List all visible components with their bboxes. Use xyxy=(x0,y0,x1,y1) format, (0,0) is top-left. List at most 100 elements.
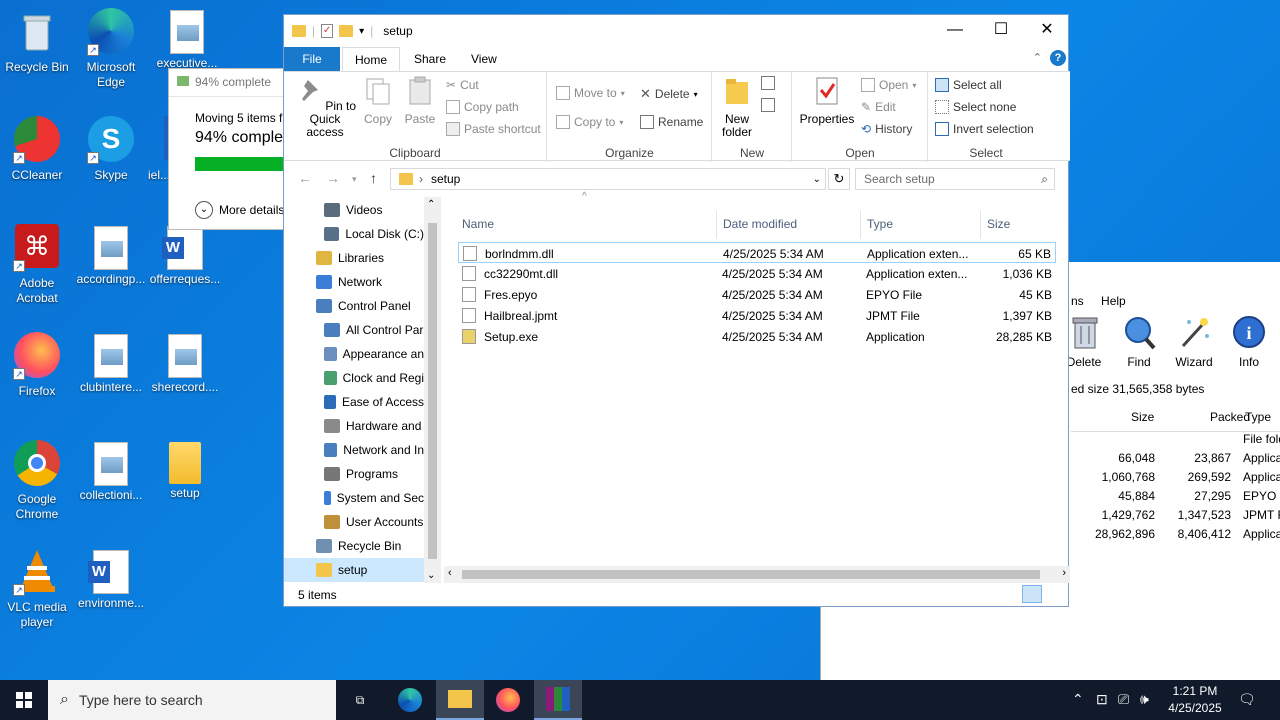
file-row[interactable]: borlndmm.dll 4/25/2025 5:34 AM Application… xyxy=(458,242,1056,263)
scroll-right-icon[interactable]: › xyxy=(1062,567,1066,579)
nav-item[interactable]: Programs xyxy=(284,462,424,486)
properties-button[interactable]: Properties xyxy=(797,76,857,126)
pin-quick-access-button[interactable]: Pin to Quick access xyxy=(290,76,360,139)
winrar-row[interactable]: 28,962,896 8,406,412 Applica xyxy=(1071,525,1280,544)
winrar-row[interactable]: 1,060,768 269,592 Applica xyxy=(1071,468,1280,487)
properties-check-icon[interactable]: ✓ xyxy=(321,24,334,38)
desktop-icon-file-2[interactable]: iel... xyxy=(148,116,170,183)
desktop-icon-ccleaner[interactable]: ↗ CCleaner xyxy=(0,116,74,183)
winrar-col-size[interactable]: Size xyxy=(1131,410,1154,424)
file-explorer-window[interactable]: | ✓ ▾ | setup — ☐ ✕ File Home Share View… xyxy=(283,14,1070,607)
file-row[interactable]: Fres.epyo 4/25/2025 5:34 AM EPYO File 45 KB xyxy=(458,284,1056,305)
tab-file[interactable]: File xyxy=(284,47,340,71)
desktop-icon-setup-folder[interactable]: setup xyxy=(148,440,222,501)
new-folder-button[interactable]: New folder xyxy=(717,76,757,139)
more-details-button[interactable]: ⌄ More details xyxy=(195,201,284,219)
winrar-menu-help[interactable]: Help xyxy=(1101,294,1126,308)
winrar-menu-commands[interactable]: ns xyxy=(1071,294,1084,308)
column-divider[interactable] xyxy=(860,211,861,239)
desktop-icon-vlc[interactable]: ↗ VLC media player xyxy=(0,548,74,630)
nav-item[interactable]: Hardware and xyxy=(284,414,424,438)
column-header-type[interactable]: Type xyxy=(867,217,893,231)
rename-button[interactable]: Rename xyxy=(640,115,703,129)
file-row[interactable]: Setup.exe 4/25/2025 5:34 AM Application 28,… xyxy=(458,326,1056,347)
start-button[interactable] xyxy=(0,680,48,720)
cut-button[interactable]: ✂ Cut xyxy=(446,78,479,92)
nav-item[interactable]: Ease of Access xyxy=(284,390,424,414)
edit-button[interactable]: ✎ Edit xyxy=(861,100,896,114)
desktop-icon-chrome[interactable]: Google Chrome xyxy=(0,440,74,522)
easy-access-icon[interactable] xyxy=(761,98,775,112)
qat-dropdown-icon[interactable]: ▾ xyxy=(359,26,364,37)
desktop-icon-acrobat[interactable]: ⌘ ↗ Adobe Acrobat xyxy=(0,224,74,306)
nav-item[interactable]: Network and In xyxy=(284,438,424,462)
taskbar-edge[interactable] xyxy=(386,680,434,720)
paste-shortcut-button[interactable]: Paste shortcut xyxy=(446,122,541,136)
tab-home[interactable]: Home xyxy=(342,47,401,71)
task-view-button[interactable]: ⧉ xyxy=(336,680,384,720)
new-item-icon[interactable] xyxy=(761,76,775,90)
nav-item[interactable]: Clock and Regi xyxy=(284,366,424,390)
collapse-ribbon-icon[interactable]: ⌃ xyxy=(1033,51,1042,64)
desktop-icon-recycle-bin[interactable]: Recycle Bin xyxy=(0,8,74,75)
maximize-button[interactable]: ☐ xyxy=(978,15,1024,45)
nav-item[interactable]: Local Disk (C:) xyxy=(284,222,424,246)
history-button[interactable]: ⟲ History xyxy=(861,122,912,136)
network-icon[interactable]: ⎚ xyxy=(1118,691,1129,708)
nav-pane-scrollbar[interactable]: ⌃ ⌄ xyxy=(424,197,441,583)
file-row[interactable]: Hailbreal.jpmt 4/25/2025 5:34 AM JPMT File… xyxy=(458,305,1056,326)
notifications-icon[interactable]: 🗨 xyxy=(1238,691,1256,708)
scrollbar-thumb[interactable] xyxy=(462,570,1040,579)
column-header-size[interactable]: Size xyxy=(987,217,1010,231)
file-row[interactable]: cc32290mt.dll 4/25/2025 5:34 AM Applicatio… xyxy=(458,263,1056,284)
delete-button[interactable]: ✕ Delete ▾ xyxy=(640,86,698,102)
nav-item[interactable]: setup xyxy=(284,558,424,582)
winrar-row[interactable]: 66,048 23,867 Applica xyxy=(1071,449,1280,468)
desktop-icon-file-6[interactable]: collectioni... xyxy=(74,440,148,503)
taskbar-search-box[interactable]: ⌕ Type here to search xyxy=(48,680,336,720)
taskbar-firefox[interactable] xyxy=(484,680,532,720)
taskbar-clock[interactable]: 1:21 PM 4/25/2025 xyxy=(1156,683,1234,717)
back-arrow-icon[interactable]: ← xyxy=(298,170,312,186)
recent-locations-icon[interactable]: ▾ xyxy=(352,174,357,185)
taskbar-winrar[interactable] xyxy=(534,680,582,720)
desktop-icon-file-5[interactable]: sherecord.... xyxy=(148,332,222,395)
help-icon[interactable]: ? xyxy=(1050,50,1066,66)
nav-item[interactable]: Network xyxy=(284,270,424,294)
winrar-find-button[interactable]: Find xyxy=(1114,314,1164,369)
scroll-left-icon[interactable]: ‹ xyxy=(448,567,452,579)
desktop-icon-edge[interactable]: ↗ Microsoft Edge xyxy=(74,8,148,90)
select-all-button[interactable]: Select all xyxy=(935,78,1002,92)
invert-selection-button[interactable]: Invert selection xyxy=(935,122,1034,136)
nav-item[interactable]: Appearance an xyxy=(284,342,424,366)
column-divider[interactable] xyxy=(980,211,981,239)
copy-to-button[interactable]: Copy to ▾ xyxy=(556,115,623,129)
forward-arrow-icon[interactable]: → xyxy=(326,170,340,186)
copy-path-button[interactable]: Copy path xyxy=(446,100,519,114)
column-divider[interactable] xyxy=(716,211,717,239)
scroll-up-icon[interactable]: ⌃ xyxy=(427,199,435,210)
copy-button[interactable]: Copy xyxy=(360,76,396,126)
desktop-icon-skype[interactable]: S ↗ Skype xyxy=(74,116,148,183)
close-button[interactable]: ✕ xyxy=(1024,15,1070,45)
address-bar[interactable]: › setup ⌄ xyxy=(390,168,826,190)
winrar-row[interactable]: 1,429,762 1,347,523 JPMT F xyxy=(1071,506,1280,525)
desktop-icon-file-4[interactable]: clubintere... xyxy=(74,332,148,395)
volume-icon[interactable]: 🕪 xyxy=(1140,691,1149,708)
show-hidden-icons-icon[interactable]: ⌃ xyxy=(1072,691,1084,708)
scroll-down-icon[interactable]: ⌄ xyxy=(427,570,435,581)
taskbar-file-explorer[interactable] xyxy=(436,680,484,720)
details-view-icon[interactable] xyxy=(1022,585,1042,603)
column-header-name[interactable]: Name xyxy=(462,217,494,231)
paste-button[interactable]: Paste xyxy=(402,76,438,126)
nav-item[interactable]: System and Sec xyxy=(284,486,424,510)
search-input[interactable]: Search setup ⌕ xyxy=(855,168,1055,190)
large-icons-view-icon[interactable] xyxy=(1046,585,1064,603)
up-arrow-icon[interactable]: ↑ xyxy=(370,170,377,186)
file-list-scrollbar[interactable]: ‹ › xyxy=(444,566,1070,583)
select-none-button[interactable]: Select none xyxy=(935,100,1016,114)
open-button[interactable]: Open ▾ xyxy=(861,78,916,92)
nav-item[interactable]: Videos xyxy=(284,198,424,222)
nav-item[interactable]: User Accounts xyxy=(284,510,424,534)
file-move-progress-dialog[interactable]: 94% complete Moving 5 items f 94% comple… xyxy=(168,68,289,230)
